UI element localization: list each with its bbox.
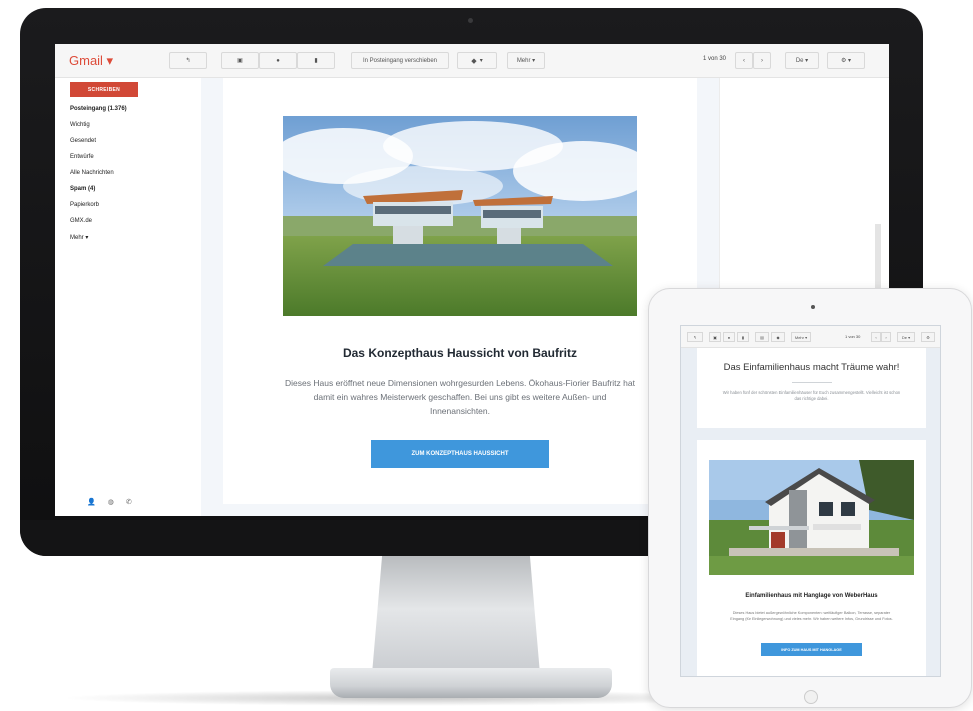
labels-button[interactable]: ◆ ▾ — [457, 52, 497, 69]
folder-trash[interactable]: Papierkorb — [70, 202, 99, 208]
compose-button[interactable]: SCHREIBEN — [70, 82, 138, 97]
tablet-next-button[interactable]: › — [881, 332, 891, 342]
next-page-button[interactable]: › — [753, 52, 771, 69]
email-cta-button[interactable]: ZUM KONZEPTHAUS HAUSSICHT — [371, 440, 549, 468]
tablet-camera — [811, 305, 815, 309]
prev-page-button[interactable]: ‹ — [735, 52, 753, 69]
settings-button[interactable]: ⚙ ▾ — [827, 52, 865, 69]
tablet-card-title: Einfamilienhaus mit Hanglage von WeberHa… — [745, 593, 878, 599]
reply-button[interactable]: ↰ — [169, 52, 207, 69]
gmail-logo[interactable]: Gmail ▾ — [69, 53, 113, 69]
tablet-reply-button[interactable]: ↰ — [687, 332, 703, 342]
labels-caret: ▾ — [479, 58, 483, 64]
monitor-camera — [468, 18, 473, 23]
move-to-inbox-button[interactable]: In Posteingang verschieben — [351, 52, 449, 69]
tablet-headline: Das Einfamilienhaus macht Träume wahr! — [723, 362, 900, 373]
monitor-stand — [372, 556, 540, 674]
hero-image-house — [283, 116, 637, 316]
tablet-card-cta-button[interactable]: INFO ZUM HAUS MIT HANGLAGE — [761, 643, 862, 656]
tablet-screen: ↰ ▣ ● ▮ ▤ ◆ Mehr ▾ 1 von 30 ‹ › De ▾ ⚙ D… — [680, 325, 941, 677]
hillside-house-photo — [709, 460, 914, 575]
gmail-toolbar: Gmail ▾ ↰ ▣ ● ▮ In Posteingang verschieb… — [55, 44, 889, 78]
tablet-card-body: Dieses Haus bietet außergewöhnliche Komp… — [730, 611, 893, 621]
gmail-sidebar: SCHREIBEN Posteingang (1.376) Wichtig Ge… — [55, 78, 201, 516]
hangouts-icon[interactable]: ◍ — [108, 498, 114, 510]
tablet-spam-button[interactable]: ● — [723, 332, 735, 342]
tag-icon: ◆ — [471, 57, 477, 65]
folder-important[interactable]: Wichtig — [70, 122, 90, 128]
divider — [792, 382, 832, 383]
person-icon[interactable]: 👤 — [87, 498, 96, 510]
email-title: Das Konzepthaus Haussicht von Baufritz — [342, 346, 578, 360]
tablet-more-button[interactable]: Mehr ▾ — [791, 332, 811, 342]
monitor-stand-base — [330, 668, 612, 698]
more-button[interactable]: Mehr ▾ — [507, 52, 545, 69]
pager-text: 1 von 30 — [703, 56, 727, 62]
tablet-home-button[interactable] — [804, 690, 818, 704]
language-button[interactable]: De ▾ — [785, 52, 819, 69]
folder-spam[interactable]: Spam (4) — [70, 186, 95, 192]
tablet-house-card: Einfamilienhaus mit Hanglage von WeberHa… — [697, 440, 926, 676]
house-photo — [283, 116, 637, 316]
tablet-house-image — [709, 460, 914, 575]
folder-drafts[interactable]: Entwürfe — [70, 154, 94, 160]
phone-icon[interactable]: ✆ — [126, 498, 132, 510]
sidebar-bottom-icons: 👤 ◍ ✆ — [87, 498, 147, 510]
email-body: Dieses Haus eröffnet neue Dimensionen wo… — [285, 378, 635, 416]
tablet-archive-button[interactable]: ▣ — [709, 332, 721, 342]
gmail-message-pane: Das Konzepthaus Haussicht von Baufritz D… — [201, 78, 719, 516]
tablet-folder-button[interactable]: ▤ — [755, 332, 769, 342]
tablet-intro-card: Das Einfamilienhaus macht Träume wahr! W… — [697, 348, 926, 428]
spam-button[interactable]: ● — [259, 52, 297, 69]
folder-gmx[interactable]: GMX.de — [70, 218, 92, 224]
email-content: Das Konzepthaus Haussicht von Baufritz D… — [223, 78, 697, 504]
delete-button[interactable]: ▮ — [297, 52, 335, 69]
folder-sent[interactable]: Gesendet — [70, 138, 96, 144]
tablet-pager: 1 von 30 — [845, 334, 861, 339]
tablet-intro-text: Wir haben fünf der schönsten Einfamilien… — [722, 390, 901, 401]
folder-more[interactable]: Mehr ▾ — [70, 234, 88, 241]
folder-inbox[interactable]: Posteingang (1.376) — [70, 106, 127, 112]
tablet-toolbar: ↰ ▣ ● ▮ ▤ ◆ Mehr ▾ 1 von 30 ‹ › De ▾ ⚙ — [681, 326, 940, 348]
folder-all-mail[interactable]: Alle Nachrichten — [70, 170, 114, 176]
tablet-prev-button[interactable]: ‹ — [871, 332, 881, 342]
tablet-settings-icon[interactable]: ⚙ — [921, 332, 935, 342]
tablet-label-button[interactable]: ◆ — [771, 332, 785, 342]
tablet-lang-button[interactable]: De ▾ — [897, 332, 915, 342]
archive-button[interactable]: ▣ — [221, 52, 259, 69]
tablet-delete-button[interactable]: ▮ — [737, 332, 749, 342]
